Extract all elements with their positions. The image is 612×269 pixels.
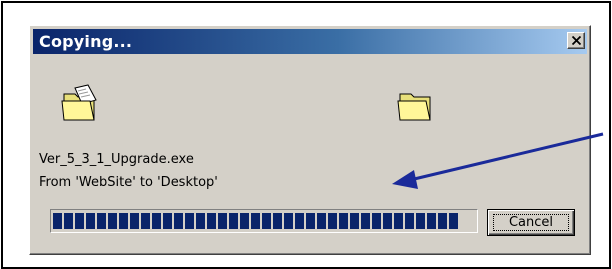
folder-with-document-icon: [61, 84, 97, 121]
screenshot-frame: Copying... Ver_5_3_1_Upgrade.exe From 'W…: [1, 1, 611, 269]
copy-progress-dialog: Copying... Ver_5_3_1_Upgrade.exe From 'W…: [29, 25, 591, 255]
progress-bar-fill: [53, 213, 460, 229]
cancel-button[interactable]: Cancel: [487, 209, 575, 236]
dialog-title: Copying...: [39, 32, 133, 51]
cancel-button-label: Cancel: [493, 214, 569, 231]
copy-progress-bar: [50, 209, 478, 233]
source-destination-label: From 'WebSite' to 'Desktop': [39, 175, 218, 190]
close-x-icon: [572, 36, 581, 45]
title-bar[interactable]: Copying...: [33, 29, 587, 54]
folder-icon: [397, 93, 431, 121]
close-button[interactable]: [567, 32, 585, 49]
file-name-label: Ver_5_3_1_Upgrade.exe: [39, 152, 194, 167]
